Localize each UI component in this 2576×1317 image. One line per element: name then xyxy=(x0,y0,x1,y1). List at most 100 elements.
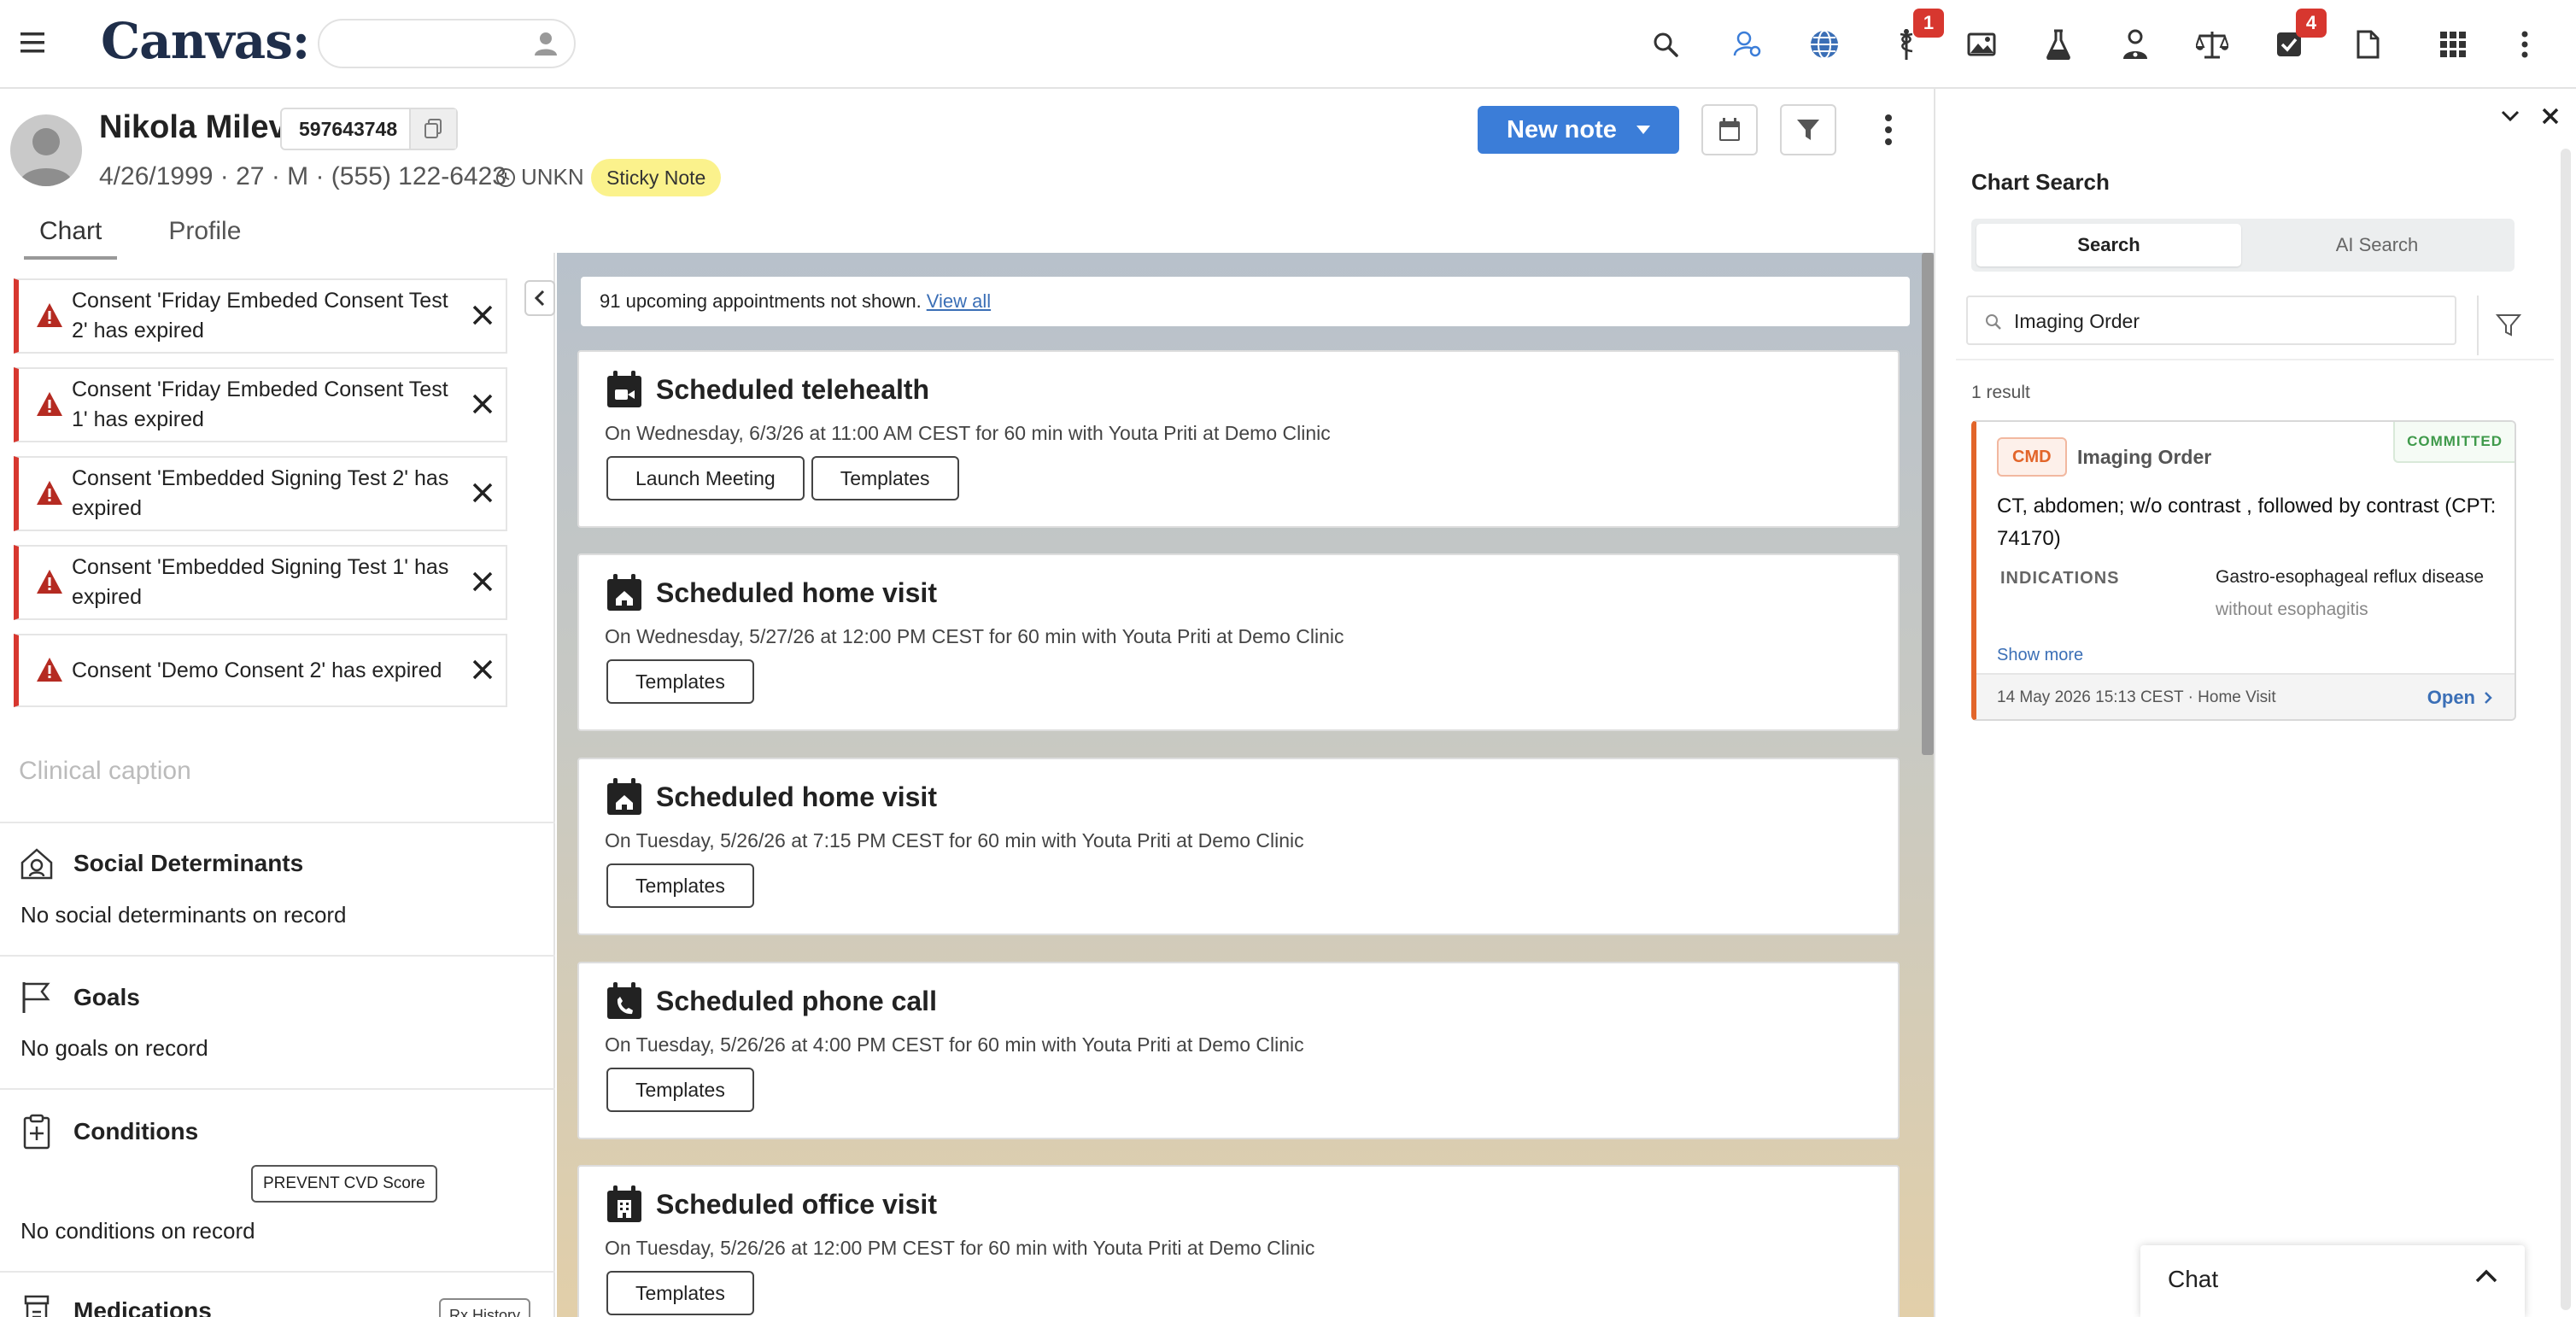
view-all-link[interactable]: View all xyxy=(927,290,991,313)
templates-button[interactable]: Templates xyxy=(606,1068,754,1112)
appointment-actions: Templates xyxy=(606,863,754,908)
chat-widget[interactable]: Chat xyxy=(2140,1245,2525,1317)
section-header[interactable]: Social Determinants xyxy=(19,847,303,880)
chevron-down-icon[interactable] xyxy=(2501,110,2520,122)
collapse-sidebar-button[interactable] xyxy=(524,280,555,316)
consent-alert: Consent 'Embedded Signing Test 2' has ex… xyxy=(14,456,507,531)
appointment-card[interactable]: Scheduled phone call On Tuesday, 5/26/26… xyxy=(577,962,1900,1139)
flask-icon[interactable] xyxy=(2040,26,2077,63)
filter-button[interactable] xyxy=(2477,296,2538,355)
app-logo[interactable]: Canvas: xyxy=(101,12,310,70)
notification-badge: 4 xyxy=(2296,9,2327,38)
sticky-note-button[interactable]: Sticky Note xyxy=(591,159,722,196)
appointment-title: Scheduled phone call xyxy=(656,986,937,1016)
consent-alert: Consent 'Friday Embeded Consent Test 1' … xyxy=(14,367,507,442)
appointment-card[interactable]: Scheduled home visit On Wednesday, 5/27/… xyxy=(577,553,1900,731)
filter-icon xyxy=(1796,118,1820,142)
menu-icon[interactable] xyxy=(19,29,53,58)
doctor-icon[interactable] xyxy=(2116,26,2154,63)
alert-text: Consent 'Embedded Signing Test 1' has ex… xyxy=(72,555,449,609)
apps-grid-icon[interactable] xyxy=(2434,26,2472,63)
document-icon[interactable] xyxy=(2349,26,2386,63)
templates-button[interactable]: Templates xyxy=(606,863,754,908)
appointment-details: On Wednesday, 6/3/26 at 11:00 AM CEST fo… xyxy=(605,422,1331,444)
show-more-link[interactable]: Show more xyxy=(1997,646,2083,665)
search-result-card[interactable]: CMD Imaging Order COMMITTED CT, abdomen;… xyxy=(1971,420,2516,721)
indications-label: INDICATIONS xyxy=(2000,569,2120,588)
caret-down-icon[interactable] xyxy=(1636,126,1650,134)
patient-name[interactable]: Nikola Milev xyxy=(99,109,287,146)
chart-search-field[interactable] xyxy=(1966,296,2456,345)
chevron-left-icon xyxy=(534,290,546,307)
close-icon[interactable] xyxy=(471,571,494,593)
appointment-actions: Templates xyxy=(606,1271,754,1315)
clinical-caption-input[interactable]: Clinical caption xyxy=(19,757,191,786)
templates-button[interactable]: Templates xyxy=(606,659,754,704)
templates-button[interactable]: Templates xyxy=(811,456,959,500)
alert-text: Consent 'Embedded Signing Test 2' has ex… xyxy=(72,466,449,520)
section-header[interactable]: Medications xyxy=(19,1293,212,1317)
chevron-up-icon[interactable] xyxy=(2475,1269,2497,1283)
section-header[interactable]: Conditions xyxy=(19,1114,198,1150)
scale-icon[interactable] xyxy=(2193,26,2231,63)
chevron-right-icon xyxy=(2484,691,2492,705)
close-icon[interactable] xyxy=(471,393,494,415)
chart-search-title: Chart Search xyxy=(1971,169,2110,195)
more-vertical-icon[interactable] xyxy=(2506,26,2544,63)
close-icon[interactable] xyxy=(471,482,494,504)
image-icon[interactable] xyxy=(1963,26,2000,63)
calendar-video-icon xyxy=(606,371,642,408)
chart-search-input[interactable] xyxy=(2014,304,2441,338)
section-title: Social Determinants xyxy=(73,850,304,876)
avatar[interactable] xyxy=(10,114,82,186)
warning-icon xyxy=(36,569,63,594)
empty-state-text: No conditions on record xyxy=(20,1218,255,1244)
alert-text: Consent 'Friday Embeded Consent Test 2' … xyxy=(72,289,448,342)
appointment-card[interactable]: Scheduled home visit On Tuesday, 5/26/26… xyxy=(577,758,1900,935)
close-icon[interactable] xyxy=(471,304,494,326)
panel-scrollbar[interactable] xyxy=(2561,149,2571,1310)
search-icon xyxy=(1985,313,2002,331)
new-note-button[interactable]: New note xyxy=(1478,106,1679,154)
section-title: Medications xyxy=(73,1297,212,1317)
globe-icon[interactable] xyxy=(1806,26,1843,63)
tab-search[interactable]: Search xyxy=(1976,224,2241,266)
open-link[interactable]: Open xyxy=(2427,687,2492,709)
appointment-card[interactable]: Scheduled office visit On Tuesday, 5/26/… xyxy=(577,1165,1900,1317)
checkbox-icon[interactable]: 4 xyxy=(2270,9,2327,63)
alert-text: Consent 'Friday Embeded Consent Test 1' … xyxy=(72,378,448,431)
appointment-actions: Templates xyxy=(606,1068,754,1112)
patient-search-input[interactable] xyxy=(318,19,576,68)
timeline-scrollbar[interactable] xyxy=(1922,253,1934,755)
templates-button[interactable]: Templates xyxy=(606,1271,754,1315)
close-icon[interactable] xyxy=(471,658,494,681)
close-icon[interactable] xyxy=(2542,108,2559,125)
search-icon[interactable] xyxy=(1647,26,1684,63)
more-options-icon[interactable] xyxy=(1876,111,1901,149)
filter-button[interactable] xyxy=(1780,104,1836,155)
appointment-actions: Launch Meeting Templates xyxy=(606,456,959,500)
clipboard-plus-icon xyxy=(19,1114,55,1150)
caduceus-icon[interactable]: 1 xyxy=(1888,9,1944,63)
alert-text: Consent 'Demo Consent 2' has expired xyxy=(72,658,442,682)
section-title: Goals xyxy=(73,984,140,1010)
appointment-details: On Tuesday, 5/26/26 at 12:00 PM CEST for… xyxy=(605,1237,1315,1259)
launch-meeting-button[interactable]: Launch Meeting xyxy=(606,456,805,500)
result-count: 1 result xyxy=(1971,383,2030,402)
warning-icon xyxy=(36,302,63,328)
user-location-icon[interactable] xyxy=(1729,26,1766,63)
prevent-cvd-score-button[interactable]: PREVENT CVD Score xyxy=(251,1165,437,1203)
section-header[interactable]: Goals xyxy=(19,980,140,1015)
appointment-details: On Tuesday, 5/26/26 at 4:00 PM CEST for … xyxy=(605,1033,1304,1056)
copy-icon[interactable] xyxy=(408,109,456,149)
calendar-button[interactable] xyxy=(1701,104,1758,155)
divider xyxy=(1956,359,2554,360)
rx-history-button[interactable]: Rx History xyxy=(439,1298,531,1317)
appointment-actions: Templates xyxy=(606,659,754,704)
appointment-card[interactable]: Scheduled telehealth On Wednesday, 6/3/2… xyxy=(577,350,1900,528)
tab-ai-search[interactable]: AI Search xyxy=(2245,224,2509,266)
social-determinants-section: Social Determinants No social determinan… xyxy=(0,822,555,955)
appointment-title: Scheduled office visit xyxy=(656,1189,937,1220)
result-title: CT, abdomen; w/o contrast , followed by … xyxy=(1997,495,2497,550)
patient-timezone: UNKN xyxy=(495,164,584,190)
